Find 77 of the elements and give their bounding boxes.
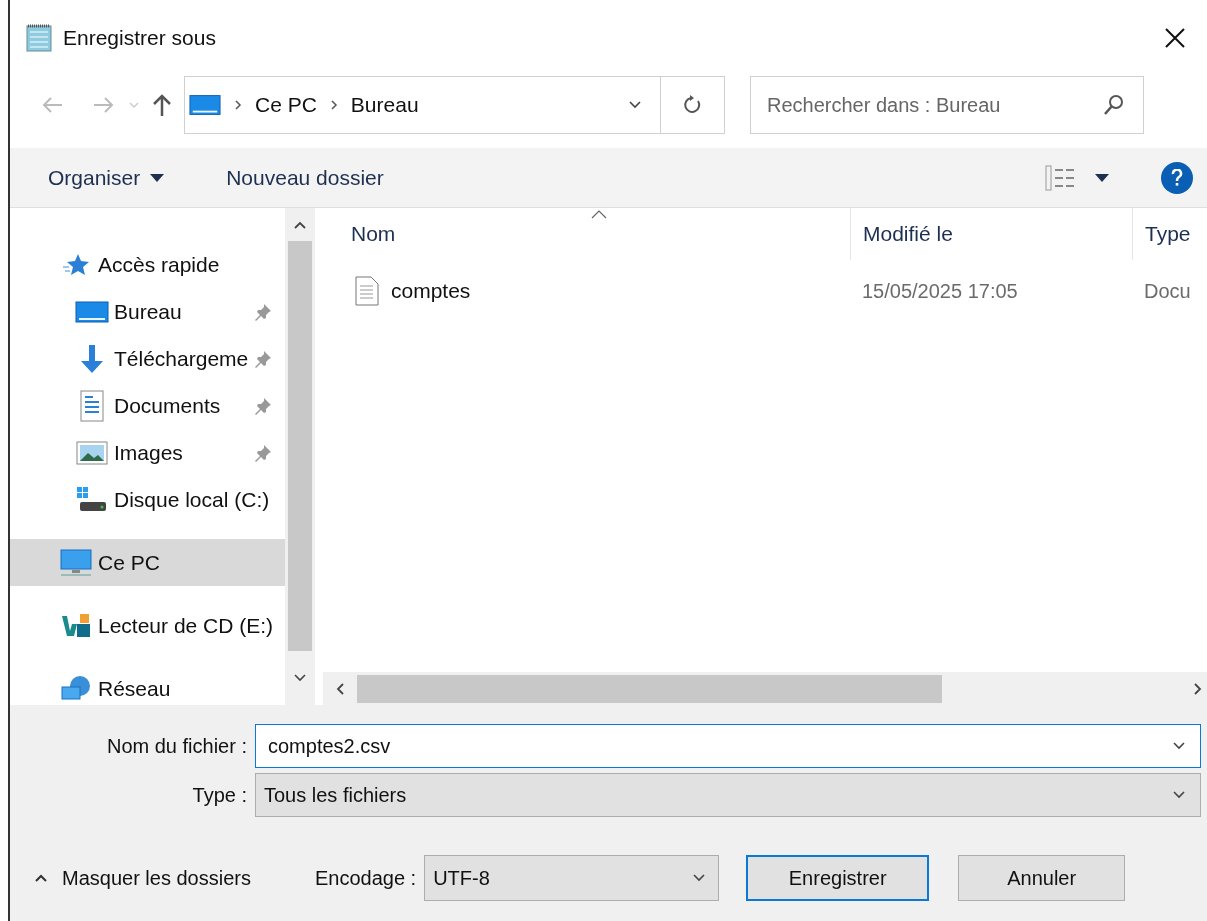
new-folder-button[interactable]: Nouveau dossier xyxy=(224,161,386,194)
close-icon xyxy=(1164,26,1186,49)
breadcrumb[interactable]: Bureau xyxy=(350,89,419,121)
breadcrumb[interactable]: Ce PC xyxy=(255,89,317,121)
chevron-down-icon xyxy=(692,873,707,883)
field-label: Encodage : xyxy=(314,866,418,891)
sidebar-item[interactable]: Accès rapide xyxy=(10,241,285,288)
encoding-dropdown[interactable]: UTF-8 xyxy=(424,855,720,901)
computer-icon xyxy=(60,548,92,577)
horizontal-scrollbar[interactable] xyxy=(323,672,1207,705)
window-title: Enregistrer sous xyxy=(63,24,216,51)
address-bar[interactable]: Ce PC Bureau xyxy=(184,76,725,134)
sidebar-item[interactable]: Téléchargeme xyxy=(10,335,285,382)
filename-field[interactable]: comptes2.csv xyxy=(255,724,1201,768)
pin-icon xyxy=(253,301,273,322)
field-label: Type : xyxy=(191,783,248,808)
drive-icon xyxy=(77,486,107,513)
picture-icon xyxy=(76,440,108,465)
organize-button[interactable]: Organiser xyxy=(46,161,167,194)
save-button[interactable]: Enregistrer xyxy=(746,855,930,901)
chevron-down-icon xyxy=(293,673,307,683)
pin-icon xyxy=(253,348,273,369)
chevron-right-icon xyxy=(328,99,339,111)
search-input[interactable]: Rechercher dans : Bureau xyxy=(767,90,1103,120)
type-dropdown[interactable]: Tous les fichiers xyxy=(255,773,1201,817)
text-file-icon xyxy=(355,276,379,306)
cd-drive-icon xyxy=(60,611,92,640)
view-options-button[interactable] xyxy=(1045,164,1109,191)
pin-icon xyxy=(253,395,273,416)
sidebar-item[interactable]: Réseau xyxy=(10,665,285,705)
column-header[interactable]: Modifié le xyxy=(850,208,1132,260)
vertical-scrollbar[interactable] xyxy=(285,208,315,705)
refresh-icon xyxy=(682,94,703,116)
chevron-down-icon xyxy=(1172,790,1186,800)
scrollbar-thumb[interactable] xyxy=(288,241,312,651)
help-button[interactable] xyxy=(1161,161,1193,194)
file-name: comptes xyxy=(391,278,471,305)
sidebar-item[interactable]: Disque local (C:) xyxy=(10,476,285,523)
column-header[interactable]: Type xyxy=(1132,208,1207,260)
network-icon xyxy=(60,674,92,703)
search-icon xyxy=(1103,94,1125,116)
sidebar-item[interactable]: Lecteur de CD (E:) xyxy=(10,602,285,649)
table-cell-text: 15/05/2025 17:05 xyxy=(861,279,1019,304)
chevron-left-icon xyxy=(335,681,345,696)
document-icon xyxy=(79,389,105,422)
column-header[interactable]: Nom xyxy=(323,208,850,260)
chevron-right-icon xyxy=(233,99,243,111)
sidebar-item[interactable]: Images xyxy=(10,429,285,476)
star-icon xyxy=(62,252,90,277)
pin-icon xyxy=(253,442,273,463)
hide-folders-button[interactable]: Masquer les dossiers xyxy=(34,863,251,893)
file-row[interactable]: comptes 15/05/2025 17:05 Docu xyxy=(323,260,1207,322)
filename-input[interactable]: comptes2.csv xyxy=(268,731,1172,761)
sidebar-item[interactable]: Ce PC xyxy=(10,539,285,586)
details-view-icon xyxy=(1045,164,1077,191)
desktop-icon xyxy=(75,300,109,323)
cancel-button[interactable]: Annuler xyxy=(958,855,1126,901)
chevron-down-icon xyxy=(628,100,642,110)
chevron-up-icon xyxy=(34,873,48,883)
forward-arrow-icon xyxy=(93,96,115,114)
chevron-right-icon xyxy=(1193,681,1203,696)
sidebar-item[interactable]: Documents xyxy=(10,382,285,429)
caret-down-icon xyxy=(150,173,165,182)
sidebar-item[interactable]: Bureau xyxy=(10,288,285,335)
table-cell-text: Docu xyxy=(1143,279,1191,304)
search-field[interactable]: Rechercher dans : Bureau xyxy=(750,76,1144,134)
field-label: Nom du fichier : xyxy=(105,734,248,759)
caret-down-icon xyxy=(1095,173,1109,182)
up-arrow-icon xyxy=(151,93,173,117)
chevron-down-icon xyxy=(128,101,140,109)
chevron-down-icon xyxy=(1172,741,1186,751)
desktop-icon xyxy=(189,94,221,116)
chevron-up-icon xyxy=(293,219,307,230)
question-mark-icon xyxy=(1171,168,1183,187)
notepad-icon xyxy=(24,22,54,53)
back-arrow-icon xyxy=(41,96,63,114)
scrollbar-thumb[interactable] xyxy=(357,674,942,703)
